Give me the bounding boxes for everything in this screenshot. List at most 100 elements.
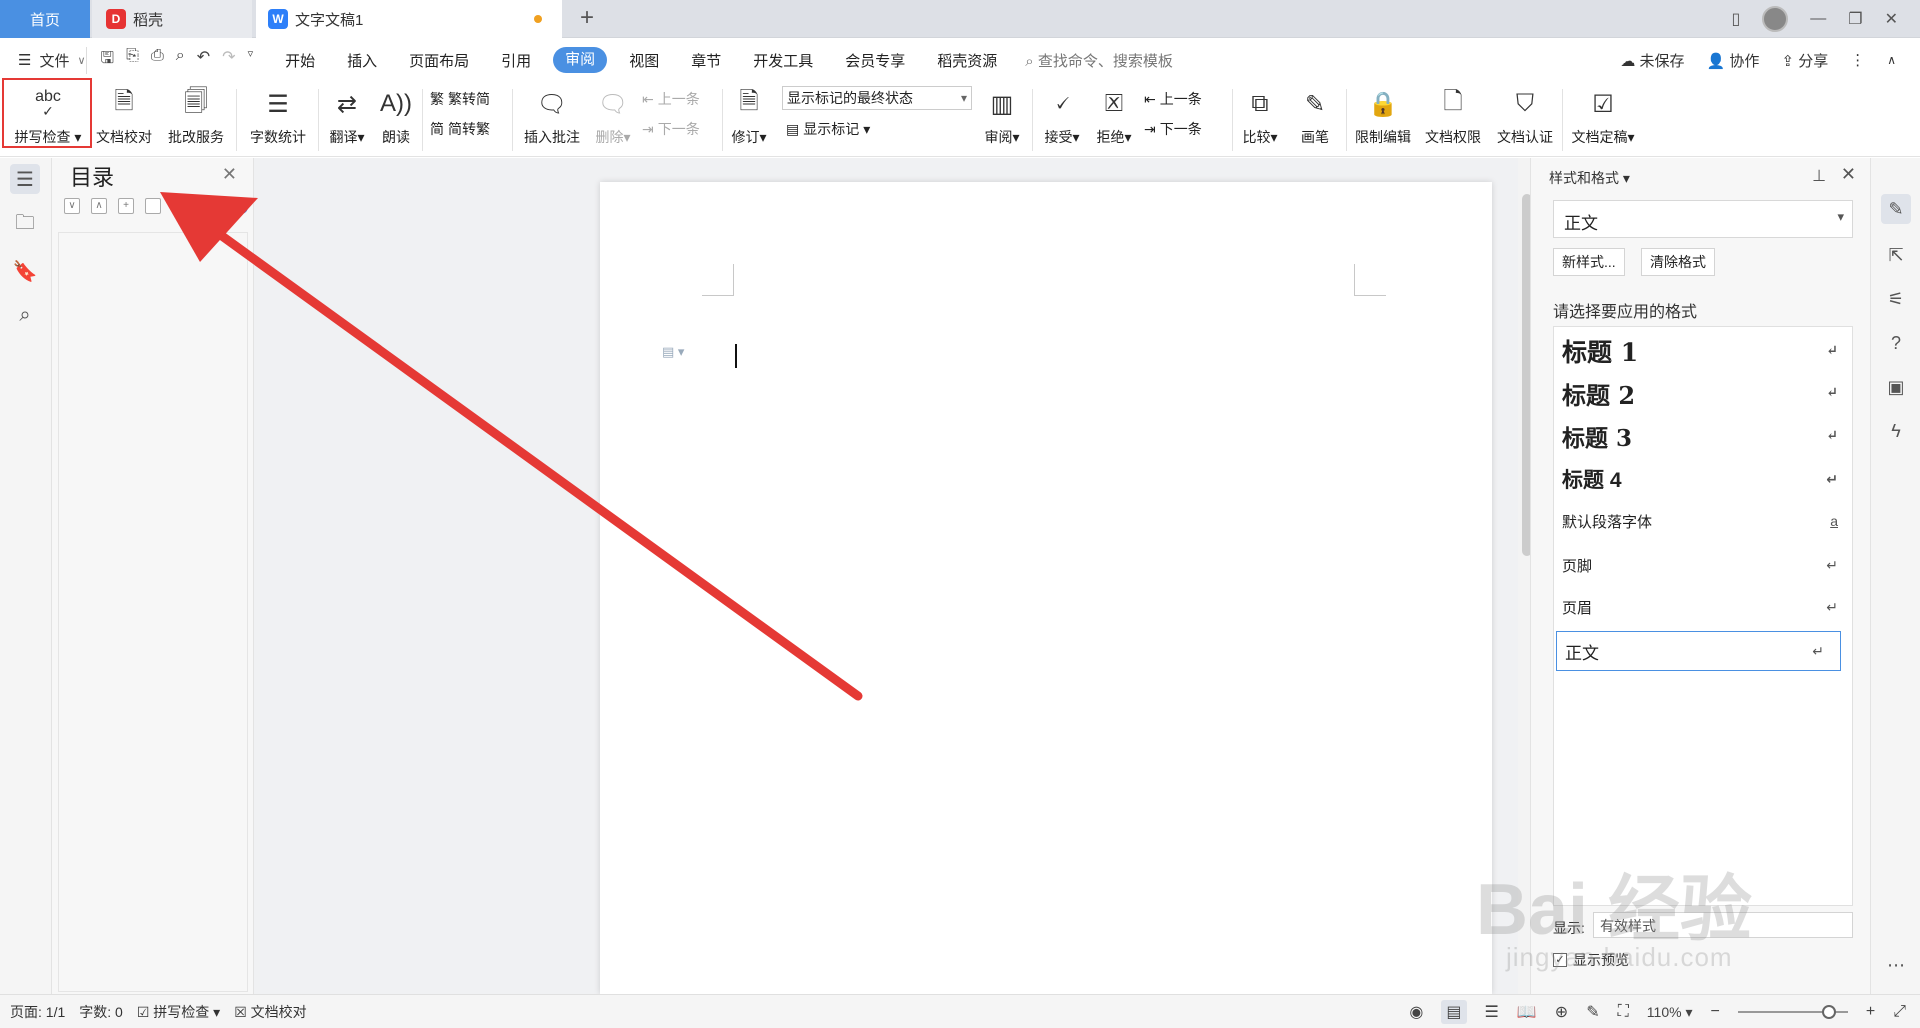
tab-insert[interactable]: 插入 (331, 50, 393, 71)
lightning-icon[interactable]: ϟ (1881, 416, 1911, 446)
style-item-footer[interactable]: 页脚 ↵ (1554, 545, 1854, 585)
doc-proof-button[interactable]: 🗎 文档校对 (94, 85, 154, 147)
insert-comment-button[interactable]: 🗨 插入批注 (520, 85, 584, 147)
style-item-default-font[interactable]: 默认段落字体 a (1554, 501, 1854, 541)
minimize-icon[interactable]: — (1810, 10, 1826, 28)
share-button[interactable]: ⇪ 分享 (1781, 50, 1828, 71)
show-preview-option[interactable]: ✓ 显示预览 (1553, 950, 1629, 970)
zoom-level[interactable]: 110% ▾ (1647, 1004, 1693, 1021)
style-item-heading-4[interactable]: 标题 4 ↵ (1554, 459, 1854, 499)
outline-view-icon[interactable]: ☰ (1485, 1002, 1499, 1022)
prev-comment-button[interactable]: ⇤ 上一条 (642, 89, 700, 109)
add-heading-icon[interactable]: + (118, 198, 134, 214)
status-doc-proof[interactable]: ☒ 文档校对 (234, 1002, 306, 1022)
expand-all-icon[interactable]: ∨ (64, 198, 80, 214)
trad-to-simp-button[interactable]: 繁繁转简 (430, 89, 490, 109)
tab-home[interactable]: 首页 (0, 0, 90, 38)
eye-protect-icon[interactable]: ◉ (1409, 1002, 1423, 1022)
avatar[interactable] (1762, 6, 1789, 32)
write-view-icon[interactable]: ✎ (1586, 1002, 1599, 1022)
accept-button[interactable]: 🗸 接受▾ (1040, 85, 1084, 147)
ai-toc-icon[interactable] (228, 200, 248, 214)
style-item-heading-3[interactable]: 标题 3 ↵ (1554, 416, 1854, 456)
undo-icon[interactable]: ↶ (197, 47, 210, 74)
tab-page-layout[interactable]: 页面布局 (393, 50, 485, 71)
tab-reference[interactable]: 引用 (485, 50, 547, 71)
styles-close-icon[interactable]: ✕ (1841, 164, 1856, 185)
collapse-ribbon-icon[interactable]: ∧ (1887, 53, 1896, 67)
delete-comment-button[interactable]: 🗨 删除▾ (592, 85, 634, 147)
find-icon[interactable]: ⌕ (10, 300, 40, 330)
next-change-button[interactable]: ⇥ 下一条 (1144, 119, 1202, 139)
new-style-button[interactable]: 新样式... (1553, 248, 1625, 276)
revise-service-button[interactable]: 🗐 批改服务 (164, 85, 228, 147)
command-search[interactable]: ⌕ 查找命令、搜索模板 (1025, 50, 1173, 71)
web-view-icon[interactable]: ⊕ (1555, 1002, 1568, 1022)
style-item-heading-1[interactable]: 标题 1 ↵ (1554, 331, 1854, 371)
word-count-indicator[interactable]: 字数: 0 (79, 1002, 123, 1022)
style-item-normal[interactable]: 正文 ↵ (1556, 631, 1841, 671)
style-item-heading-2[interactable]: 标题 2 ↵ (1554, 373, 1854, 413)
close-icon[interactable]: ✕ (1885, 9, 1898, 29)
tab-chapter[interactable]: 章节 (675, 50, 737, 71)
customize-icon[interactable]: ▿ (248, 47, 254, 74)
status-spellcheck[interactable]: ☑ 拼写检查 ▾ (137, 1002, 220, 1022)
current-style-select[interactable]: 正文 (1553, 200, 1853, 238)
simp-to-trad-button[interactable]: 简简转繁 (430, 119, 490, 139)
markup-state-select[interactable]: 显示标记的最终状态 (782, 86, 972, 110)
page-indicator[interactable]: 页面: 1/1 (10, 1002, 65, 1022)
more-icon[interactable]: ⋮ (1850, 51, 1865, 69)
doc-auth-button[interactable]: ⛉ 文档认证 (1492, 85, 1558, 147)
tab-review[interactable]: 审阅 (553, 47, 608, 73)
tab-document[interactable]: W 文字文稿1 (256, 0, 562, 38)
more-options-icon[interactable] (145, 198, 161, 214)
pin-icon[interactable]: ⊥ (1812, 166, 1826, 186)
expand-icon[interactable]: ⤢ (1893, 1003, 1906, 1021)
collab-button[interactable]: 👤 协作 (1707, 50, 1760, 71)
show-filter-select[interactable]: 有效样式 (1593, 912, 1853, 938)
tab-member[interactable]: 会员专享 (829, 50, 921, 71)
style-brush-icon[interactable]: ✎ (1881, 194, 1911, 224)
paragraph-handle-icon[interactable]: ▤ ▾ (662, 344, 684, 360)
next-comment-button[interactable]: ⇥ 下一条 (642, 119, 700, 139)
clear-format-button[interactable]: 清除格式 (1641, 248, 1715, 276)
review-pane-button[interactable]: ▥ 审阅▾ (980, 85, 1024, 147)
zoom-slider-knob[interactable] (1821, 1005, 1836, 1019)
nav-close-icon[interactable]: ✕ (222, 164, 237, 185)
pen-button[interactable]: ✎ 画笔 (1292, 85, 1338, 147)
reading-view-icon[interactable]: 📖 (1517, 1002, 1537, 1022)
export-pdf-icon[interactable]: ⎘ (126, 47, 139, 74)
tab-daoke[interactable]: D 稻壳 (92, 0, 252, 38)
new-tab-button[interactable]: + (572, 4, 602, 34)
prev-change-button[interactable]: ⇤ 上一条 (1144, 89, 1202, 109)
show-markup-button[interactable]: ▤ 显示标记 ▾ (786, 119, 870, 139)
revise-button[interactable]: 🗎 修订▾ (728, 85, 770, 147)
tab-start[interactable]: 开始 (269, 50, 331, 71)
help-icon[interactable]: ? (1881, 328, 1911, 358)
chapter-nav-icon[interactable]: 🗀 (10, 210, 40, 240)
checkbox-checked-icon[interactable]: ✓ (1553, 953, 1567, 967)
print-preview-icon[interactable]: ⌕ (176, 47, 185, 74)
collapse-all-icon[interactable]: ∧ (91, 198, 107, 214)
zoom-slider[interactable] (1737, 1005, 1848, 1019)
layout-icon[interactable]: ▯ (1731, 9, 1740, 29)
zoom-out-icon[interactable]: − (1711, 1003, 1720, 1021)
fit-page-icon[interactable]: ⛶ (1618, 1003, 1629, 1021)
translate-button[interactable]: ⇄ 翻译▾ (326, 85, 368, 147)
adjust-icon[interactable]: ⚟ (1881, 284, 1911, 314)
document-page[interactable]: ▤ ▾ (600, 182, 1492, 994)
unsaved-button[interactable]: ☁ 未保存 (1620, 50, 1684, 71)
toc-icon[interactable]: ☰ (10, 164, 40, 194)
print-icon[interactable]: ⎙ (151, 47, 164, 74)
read-aloud-button[interactable]: A)) 朗读 (376, 85, 416, 147)
bookmark-icon[interactable]: 🔖 (10, 256, 40, 286)
tab-developer[interactable]: 开发工具 (737, 50, 829, 71)
doc-permission-button[interactable]: 🗋 文档权限 (1420, 85, 1486, 147)
redo-icon[interactable]: ↷ (222, 47, 235, 74)
zoom-in-icon[interactable]: + (1866, 1003, 1875, 1021)
restrict-edit-button[interactable]: 🔒 限制编辑 (1350, 85, 1416, 147)
file-menu[interactable]: ☰ 文件 ∨ (0, 50, 86, 71)
compare-button[interactable]: ⧉ 比较▾ (1238, 85, 1282, 147)
word-count-button[interactable]: ☰ 字数统计 (246, 85, 310, 147)
save-icon[interactable]: 🖫 (101, 47, 115, 74)
